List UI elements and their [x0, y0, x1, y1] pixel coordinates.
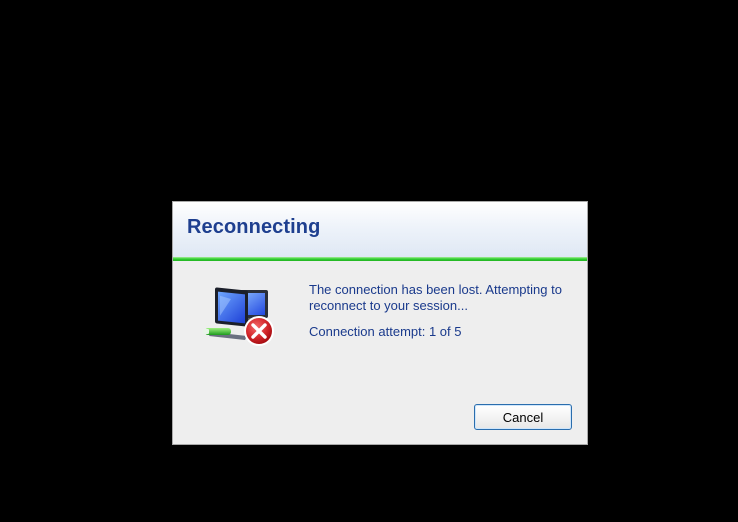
dialog-header: Reconnecting — [173, 202, 587, 257]
cancel-button[interactable]: Cancel — [474, 404, 572, 430]
dialog-body: The connection has been lost. Attempting… — [173, 261, 587, 444]
reconnecting-dialog: Reconnecting The connection has been los… — [172, 201, 588, 445]
connection-lost-message: The connection has been lost. Attempting… — [309, 282, 562, 313]
dialog-title: Reconnecting — [187, 216, 321, 238]
desktop-background: Reconnecting The connection has been los… — [0, 0, 738, 522]
connection-attempt-status: Connection attempt: 1 of 5 — [309, 324, 462, 339]
network-computer-error-icon — [203, 284, 279, 350]
